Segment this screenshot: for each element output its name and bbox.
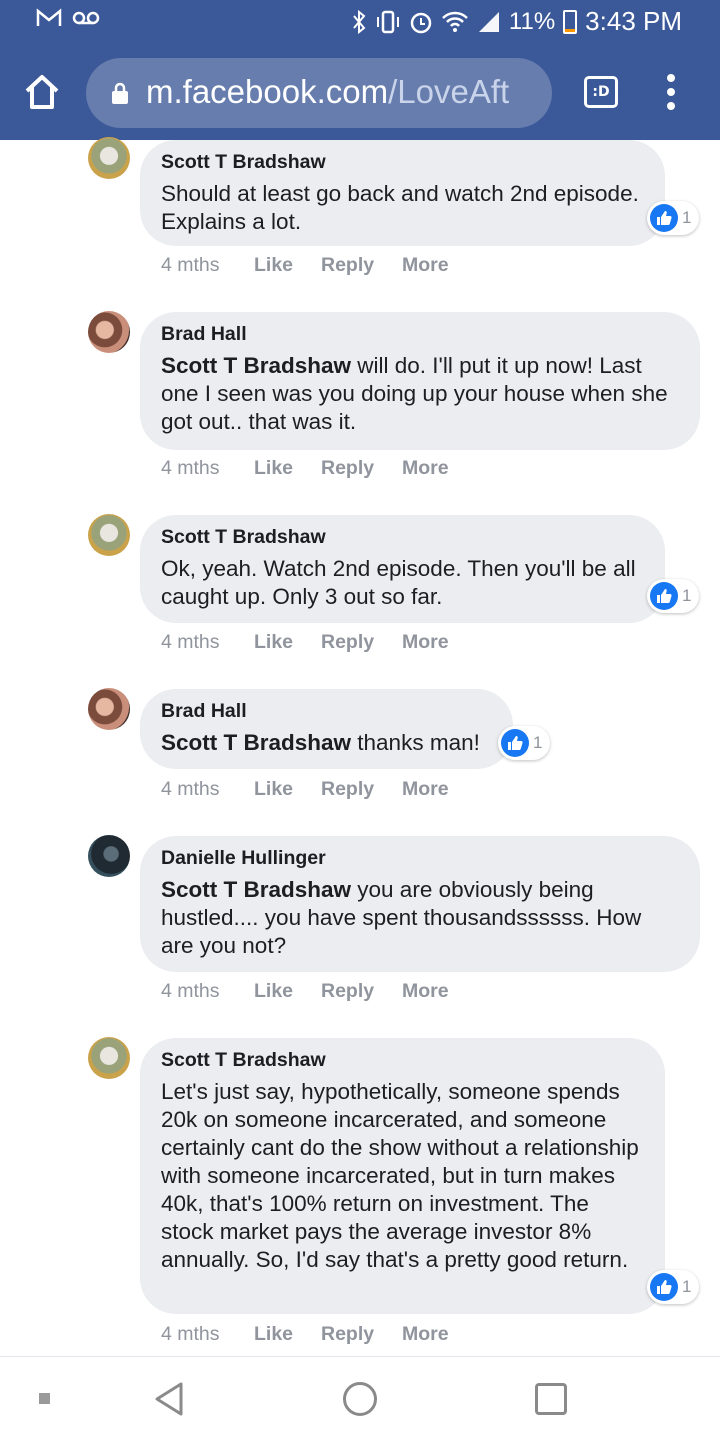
url-host: m.facebook.com	[146, 73, 389, 110]
url-text: m.facebook.com/LoveAft	[146, 73, 541, 113]
reply-button[interactable]: Reply	[321, 254, 374, 277]
battery-icon	[563, 9, 578, 34]
comment-text: Should at least go back and watch 2nd ep…	[161, 181, 639, 234]
browser-toolbar: m.facebook.com/LoveAft :D	[0, 54, 720, 130]
gmail-icon	[36, 8, 62, 26]
like-reaction-icon	[650, 582, 678, 610]
more-button[interactable]: More	[402, 1323, 449, 1346]
back-icon[interactable]	[152, 1381, 186, 1417]
voicemail-icon	[72, 11, 100, 25]
like-button[interactable]: Like	[254, 631, 293, 654]
battery-percent: 11%	[508, 7, 556, 35]
comment-text: Scott T Bradshaw you are obviously being…	[161, 877, 642, 958]
comment-text: Scott T Bradshaw thanks man!	[161, 730, 480, 755]
like-button[interactable]: Like	[254, 1323, 293, 1346]
address-bar[interactable]: m.facebook.com/LoveAft	[86, 58, 552, 128]
home-circle-icon[interactable]	[343, 1382, 377, 1416]
mention[interactable]: Scott T Bradshaw	[161, 877, 351, 902]
like-reaction-icon	[501, 729, 529, 757]
reaction-count: 1	[682, 1277, 692, 1296]
menu-dot-icon[interactable]	[39, 1393, 50, 1404]
like-button[interactable]: Like	[254, 254, 293, 277]
comment-time[interactable]: 4 mths	[161, 1323, 220, 1346]
reply-button[interactable]: Reply	[321, 980, 374, 1003]
comment-author[interactable]: Scott T Bradshaw	[161, 150, 644, 180]
home-icon[interactable]	[22, 72, 62, 112]
comment-bubble: Scott T Bradshaw Let's just say, hypothe…	[140, 1038, 665, 1314]
comment-author[interactable]: Brad Hall	[161, 699, 492, 729]
wifi-icon	[442, 11, 468, 32]
menu-icon[interactable]	[664, 74, 678, 114]
more-button[interactable]: More	[402, 631, 449, 654]
comment-time[interactable]: 4 mths	[161, 980, 220, 1003]
comment-text: Ok, yeah. Watch 2nd episode. Then you'll…	[161, 556, 636, 609]
reaction-badge[interactable]: 1	[498, 726, 551, 760]
tabs-icon[interactable]: :D	[584, 76, 618, 108]
comment-author[interactable]: Brad Hall	[161, 322, 679, 352]
phone-screen: 11% 3:43 PM m.facebook.com/LoveAft :D Sc…	[0, 0, 720, 1440]
reaction-badge[interactable]: 1	[647, 579, 700, 613]
reaction-count: 1	[682, 586, 692, 605]
avatar[interactable]	[88, 311, 130, 353]
more-button[interactable]: More	[402, 457, 449, 480]
reply-button[interactable]: Reply	[321, 778, 374, 801]
avatar[interactable]	[88, 137, 130, 179]
more-button[interactable]: More	[402, 254, 449, 277]
signal-icon	[478, 11, 499, 32]
comment-bubble: Brad Hall Scott T Bradshaw will do. I'll…	[140, 312, 700, 450]
like-button[interactable]: Like	[254, 980, 293, 1003]
reaction-badge[interactable]: 1	[647, 201, 700, 235]
like-button[interactable]: Like	[254, 778, 293, 801]
more-button[interactable]: More	[402, 778, 449, 801]
comment-time[interactable]: 4 mths	[161, 457, 220, 480]
bluetooth-icon	[353, 9, 366, 34]
comment-bubble: Danielle Hullinger Scott T Bradshaw you …	[140, 836, 700, 972]
more-button[interactable]: More	[402, 980, 449, 1003]
alarm-icon	[410, 12, 432, 33]
reply-button[interactable]: Reply	[321, 1323, 374, 1346]
recents-icon[interactable]	[535, 1383, 567, 1415]
reaction-count: 1	[533, 733, 543, 752]
browser-header: 11% 3:43 PM m.facebook.com/LoveAft :D	[0, 0, 720, 140]
lock-icon	[112, 82, 128, 104]
comment-text: Let's just say, hypothetically, someone …	[161, 1079, 639, 1272]
comment-author[interactable]: Scott T Bradshaw	[161, 1048, 644, 1078]
comment-text: Scott T Bradshaw will do. I'll put it up…	[161, 353, 668, 434]
clock: 3:43 PM	[585, 6, 682, 36]
like-button[interactable]: Like	[254, 457, 293, 480]
comment-author[interactable]: Danielle Hullinger	[161, 846, 679, 876]
mention[interactable]: Scott T Bradshaw	[161, 353, 351, 378]
comment-bubble: Brad Hall Scott T Bradshaw thanks man!	[140, 689, 513, 769]
avatar[interactable]	[88, 688, 130, 730]
battery-level	[565, 29, 576, 32]
comment-time[interactable]: 4 mths	[161, 254, 220, 277]
comment-author[interactable]: Scott T Bradshaw	[161, 525, 644, 555]
reaction-badge[interactable]: 1	[647, 1270, 700, 1304]
status-bar: 11% 3:43 PM	[0, 0, 720, 44]
url-path: /LoveAft	[388, 73, 510, 110]
reaction-count: 1	[682, 208, 692, 227]
avatar[interactable]	[88, 1037, 130, 1079]
mention[interactable]: Scott T Bradshaw	[161, 730, 351, 755]
avatar[interactable]	[88, 835, 130, 877]
vibrate-icon	[376, 10, 399, 33]
comment-time[interactable]: 4 mths	[161, 631, 220, 654]
like-reaction-icon	[650, 204, 678, 232]
reply-button[interactable]: Reply	[321, 631, 374, 654]
comment-bubble: Scott T Bradshaw Should at least go back…	[140, 140, 665, 246]
avatar[interactable]	[88, 514, 130, 556]
like-reaction-icon	[650, 1273, 678, 1301]
system-nav-bar	[0, 1356, 720, 1440]
comment-bubble: Scott T Bradshaw Ok, yeah. Watch 2nd epi…	[140, 515, 665, 623]
reply-button[interactable]: Reply	[321, 457, 374, 480]
comment-time[interactable]: 4 mths	[161, 778, 220, 801]
